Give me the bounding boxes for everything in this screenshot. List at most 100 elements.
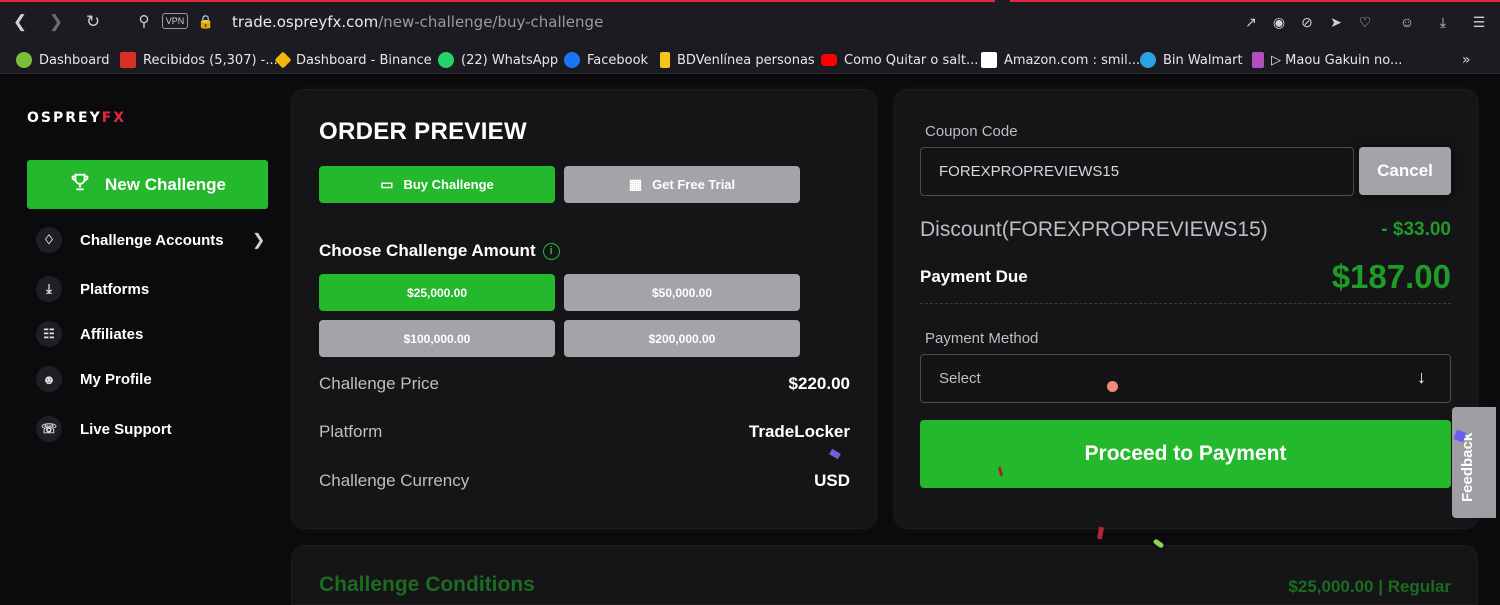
- download-icon[interactable]: ⤓: [1434, 13, 1452, 31]
- ospreyfx-logo[interactable]: OSPREYFX: [27, 110, 126, 126]
- coupon-code-label: Coupon Code: [925, 123, 1018, 140]
- bookmark-item[interactable]: Facebook: [564, 51, 648, 69]
- order-preview-title: ORDER PREVIEW: [319, 118, 527, 145]
- chevron-right-icon[interactable]: ❯: [252, 230, 265, 250]
- coupon-code-input[interactable]: FOREXPROPREVIEWS15: [920, 147, 1354, 196]
- free-trial-label: Get Free Trial: [652, 177, 736, 192]
- user-icon: ☻: [36, 366, 62, 392]
- browser-toolbar: ❮ ❯ ↻ ⚲ VPN 🔒 trade.ospreyfx.com/new-cha…: [0, 0, 1500, 44]
- block-icon[interactable]: ⊘: [1298, 13, 1316, 31]
- bookmark-label: BDVenlínea personas: [677, 52, 815, 68]
- credit-card-icon: ▭: [380, 176, 394, 192]
- proceed-to-payment-button[interactable]: Proceed to Payment: [920, 420, 1451, 488]
- heart-icon[interactable]: ♡: [1356, 13, 1374, 31]
- app-root: OSPREYFX New Challenge ♢ Challenge Accou…: [0, 75, 1500, 605]
- bookmark-label: Amazon.com : smil...: [1004, 52, 1141, 68]
- bookmark-item[interactable]: Dashboard: [16, 51, 110, 69]
- payment-due-value: $187.00: [1331, 258, 1451, 295]
- buy-challenge-tab[interactable]: ▭ Buy Challenge: [319, 166, 555, 203]
- bookmark-item[interactable]: Recibidos (5,307) -...: [120, 51, 278, 69]
- logo-accent: FX: [101, 110, 127, 126]
- forward-icon[interactable]: ❯: [46, 12, 66, 32]
- amount-option-200000[interactable]: $200,000.00: [564, 320, 800, 357]
- amount-option-25000[interactable]: $25,000.00: [319, 274, 555, 311]
- amount-option-50000[interactable]: $50,000.00: [564, 274, 800, 311]
- whatsapp-icon: [438, 52, 454, 68]
- trophy-icon: ♢: [36, 227, 62, 253]
- back-icon[interactable]: ❮: [10, 12, 30, 32]
- bookmark-label: ▷ Maou Gakuin no...: [1271, 52, 1403, 68]
- arrow-down-icon: ↓: [1417, 367, 1426, 387]
- amount-option-100000[interactable]: $100,000.00: [319, 320, 555, 357]
- feedback-label: Feedback: [1459, 432, 1476, 502]
- gmail-icon: [120, 52, 136, 68]
- challenge-price-label: Challenge Price: [319, 374, 440, 393]
- bookmarks-overflow-icon[interactable]: »: [1462, 51, 1471, 69]
- address-bar[interactable]: trade.ospreyfx.com/new-challenge/buy-cha…: [232, 13, 603, 31]
- calendar-icon: ▦: [628, 176, 643, 192]
- headset-icon: ☏: [36, 416, 62, 442]
- bookmark-item[interactable]: Dashboard - Binance: [274, 51, 432, 69]
- payment-due-label: Payment Due: [920, 267, 1028, 286]
- feedback-tab[interactable]: Feedback: [1452, 407, 1496, 518]
- url-domain: trade.ospreyfx.com: [232, 13, 379, 31]
- bookmark-label: Recibidos (5,307) -...: [143, 52, 278, 68]
- binance-icon: [274, 51, 292, 69]
- url-path: /new-challenge/buy-challenge: [378, 13, 604, 31]
- currency-label: Challenge Currency: [319, 471, 470, 490]
- youtube-icon: [821, 54, 837, 66]
- menu-icon[interactable]: ☰: [1470, 13, 1488, 31]
- cancel-coupon-button[interactable]: Cancel: [1359, 147, 1451, 195]
- payment-method-placeholder: Select: [939, 370, 981, 387]
- choose-amount-label: Choose Challenge Amount: [319, 241, 536, 260]
- free-trial-tab[interactable]: ▦ Get Free Trial: [564, 166, 800, 203]
- reload-icon[interactable]: ↻: [83, 12, 103, 32]
- loading-bar: [0, 0, 995, 2]
- sidebar-item-live-support[interactable]: ☏ Live Support: [36, 416, 172, 442]
- sidebar-item-label: Affiliates: [80, 325, 144, 343]
- share-icon[interactable]: ↗: [1242, 13, 1260, 31]
- sidebar-item-challenge-accounts[interactable]: ♢ Challenge Accounts: [36, 227, 224, 253]
- amazon-icon: [981, 52, 997, 68]
- lock-icon[interactable]: 🔒: [196, 12, 216, 32]
- bookmark-item[interactable]: Bin Walmart: [1140, 51, 1243, 69]
- bookmark-item[interactable]: BDVenlínea personas: [660, 51, 815, 69]
- new-challenge-label: New Challenge: [105, 174, 226, 194]
- trophy-icon: [69, 171, 91, 199]
- loading-bar-right: [1010, 0, 1500, 2]
- sidebar-item-platforms[interactable]: ⤓ Platforms: [36, 276, 149, 302]
- download-icon: ⤓: [36, 276, 62, 302]
- bookmark-item[interactable]: Como Quitar o salt...: [821, 51, 978, 69]
- payment-method-select[interactable]: Select ↓: [920, 354, 1451, 403]
- bookmarks-bar: Dashboard Recibidos (5,307) -... Dashboa…: [0, 44, 1500, 74]
- bookmark-label: Facebook: [587, 52, 649, 68]
- sidebar-item-label: Live Support: [80, 420, 172, 438]
- vpn-badge[interactable]: VPN: [162, 13, 188, 29]
- bookmark-label: (22) WhatsApp: [461, 52, 559, 68]
- discount-value: - $33.00: [1381, 219, 1451, 240]
- divider: [920, 303, 1451, 304]
- discount-label: Discount(FOREXPROPREVIEWS15): [920, 218, 1268, 241]
- profile-icon[interactable]: ☺: [1398, 13, 1416, 31]
- logo-main: OSPREY: [27, 110, 102, 126]
- sitemap-icon: ☷: [36, 321, 62, 347]
- telegram-icon: [1140, 52, 1156, 68]
- sidebar-item-my-profile[interactable]: ☻ My Profile: [36, 366, 152, 392]
- bookmark-label: Dashboard: [39, 52, 110, 68]
- challenge-conditions-summary: $25,000.00 | Regular: [1288, 577, 1451, 596]
- bookmark-item[interactable]: Amazon.com : smil...: [981, 51, 1140, 69]
- confetti-piece: [1096, 526, 1105, 540]
- sidebar-item-affiliates[interactable]: ☷ Affiliates: [36, 321, 143, 347]
- bookmark-item[interactable]: (22) WhatsApp: [438, 51, 558, 69]
- search-icon[interactable]: ⚲: [134, 12, 154, 32]
- buy-challenge-label: Buy Challenge: [403, 177, 494, 192]
- currency-value: USD: [814, 471, 850, 490]
- challenge-price-value: $220.00: [788, 374, 850, 393]
- camera-icon[interactable]: ◉: [1270, 13, 1288, 31]
- send-icon[interactable]: ➤: [1327, 13, 1345, 31]
- anime-site-icon: [1252, 52, 1264, 68]
- info-icon[interactable]: i: [542, 242, 560, 260]
- bookmark-label: Bin Walmart: [1163, 52, 1243, 68]
- new-challenge-button[interactable]: New Challenge: [27, 160, 268, 209]
- bookmark-item[interactable]: ▷ Maou Gakuin no...: [1252, 51, 1402, 69]
